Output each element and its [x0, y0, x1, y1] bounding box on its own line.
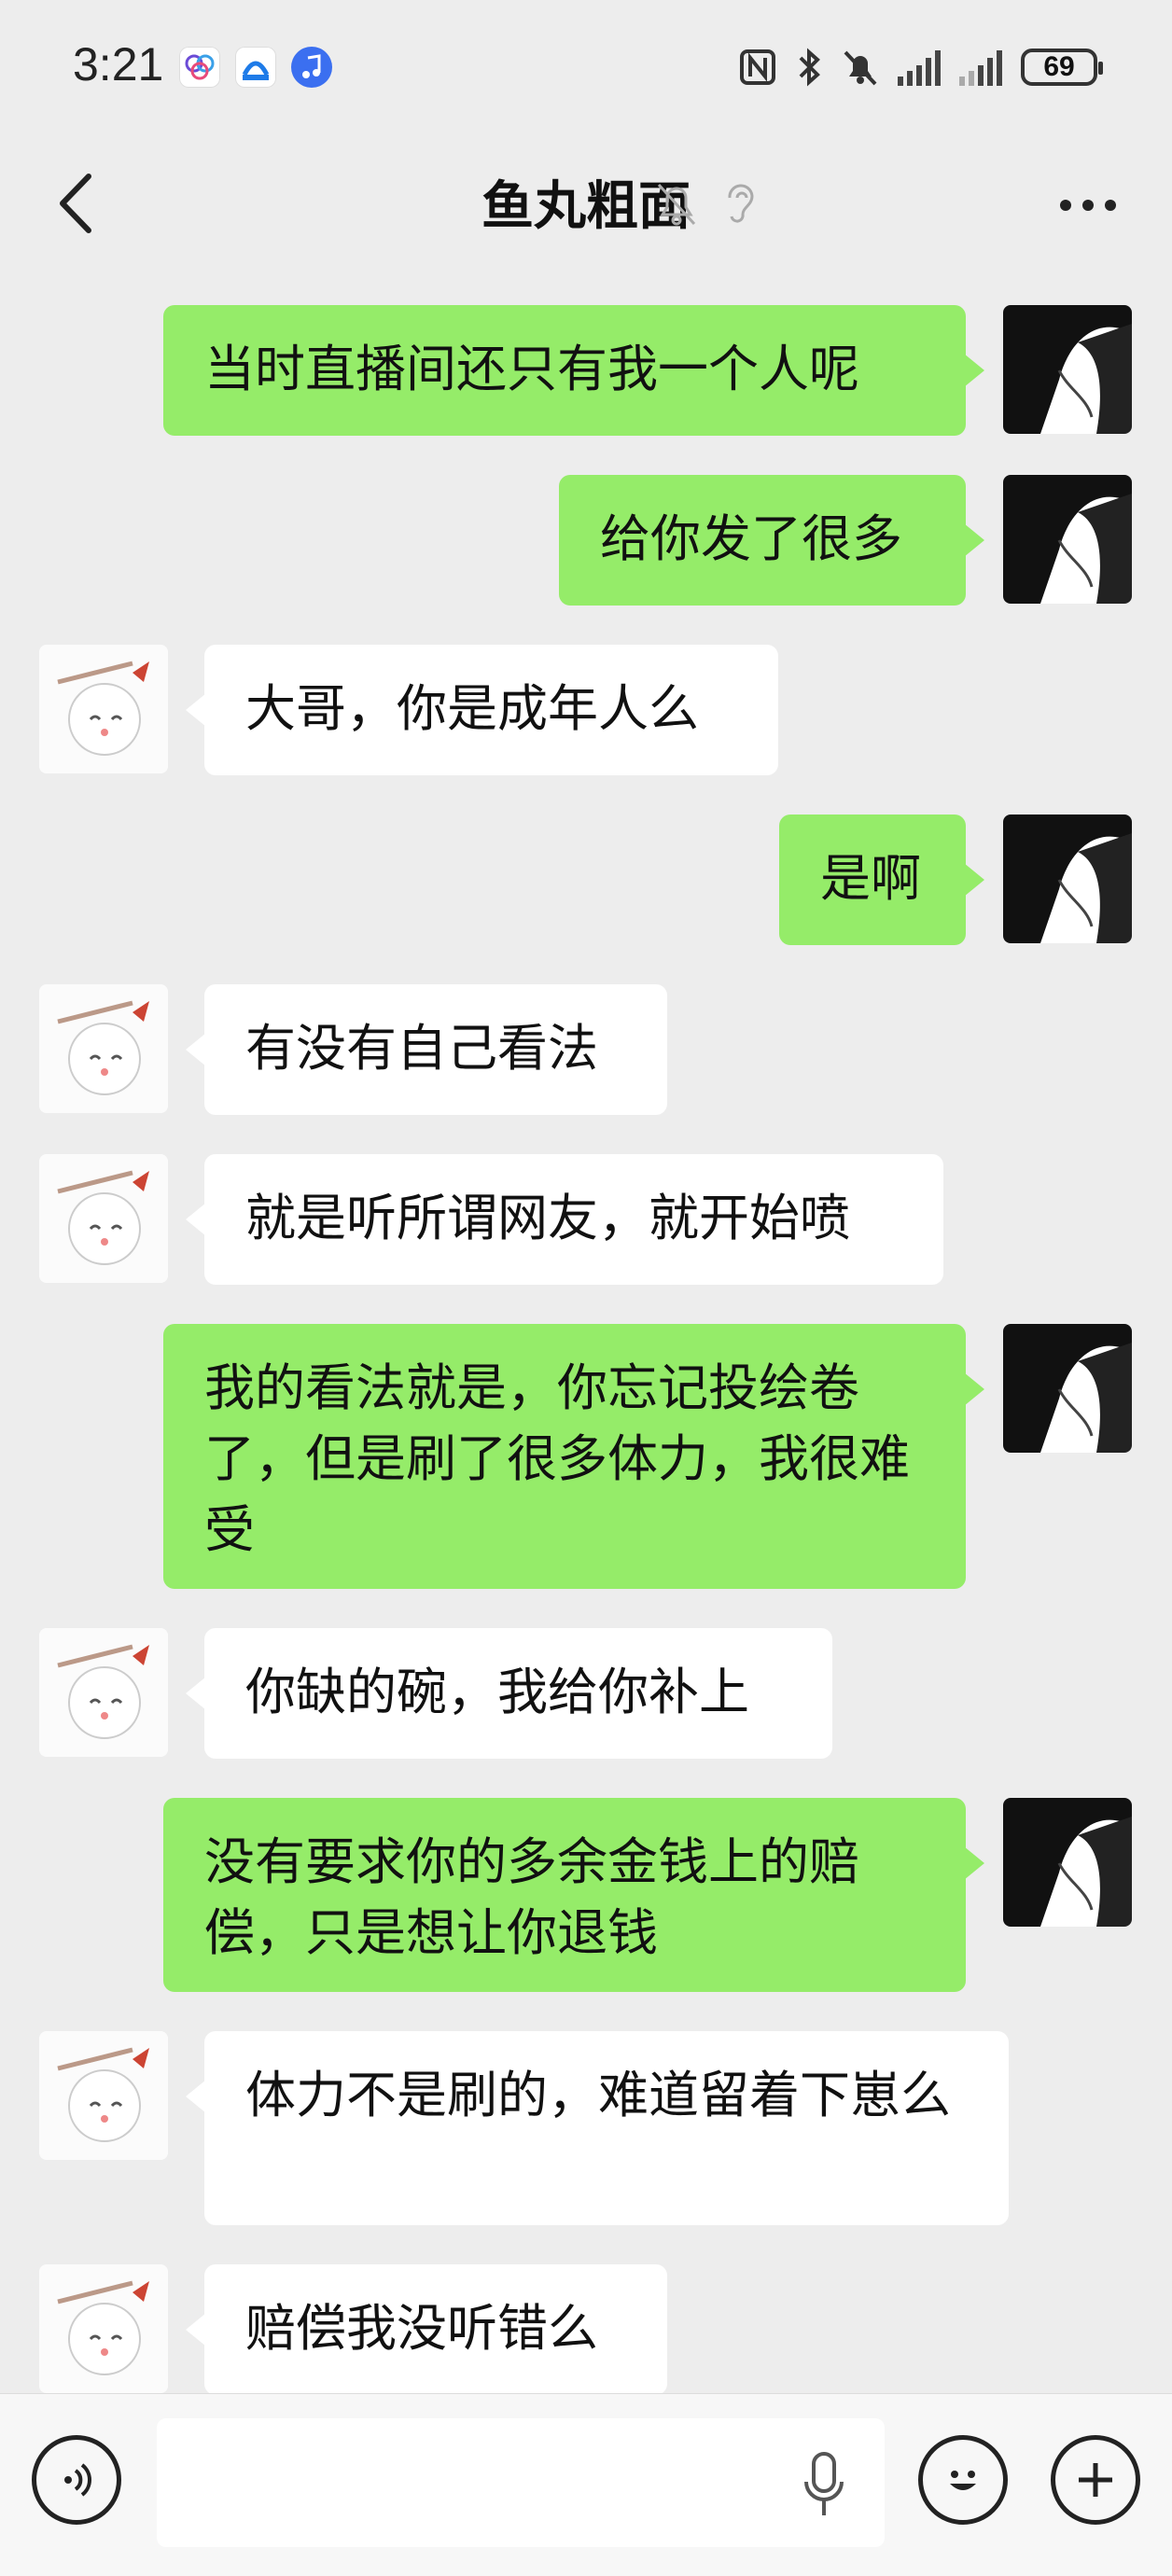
avatar[interactable] [1003, 815, 1132, 943]
avatar[interactable] [1003, 1798, 1132, 1927]
message-bubble-sent[interactable]: 给你发了很多 [559, 475, 984, 606]
mute-icon [844, 50, 877, 86]
more-options-button[interactable] [1041, 168, 1135, 243]
avatar[interactable] [39, 645, 168, 773]
avatar[interactable] [39, 2264, 168, 2393]
chat-title: 鱼丸粗面 [481, 176, 691, 237]
status-time: 3:21 [73, 38, 164, 91]
input-bar [0, 2393, 1172, 2576]
avatar[interactable] [39, 984, 168, 1113]
plus-button[interactable] [1051, 2435, 1140, 2525]
avatar[interactable] [1003, 1324, 1132, 1453]
avatar[interactable] [39, 1154, 168, 1283]
avatar[interactable] [39, 1628, 168, 1757]
message-bubble-received[interactable]: 体力不是刷的，难道留着下崽么 [186, 2031, 1009, 2225]
microphone-icon[interactable] [801, 2450, 847, 2521]
avatar[interactable] [39, 2031, 168, 2160]
status-bar: 3:21 69 [0, 0, 1172, 131]
chat-header: 鱼丸粗面 [0, 131, 1172, 275]
message-bubble-sent[interactable]: 当时直播间还只有我一个人呢 [163, 305, 984, 436]
app-notification-icon [235, 47, 276, 88]
message-bubble-received[interactable]: 大哥，你是成年人么 [186, 645, 778, 775]
chat-status-icons [653, 177, 761, 230]
plus-icon [1079, 2463, 1112, 2497]
signal-icon [898, 49, 941, 86]
avatar[interactable] [1003, 475, 1132, 604]
ear-icon [728, 184, 754, 223]
emoji-icon [950, 2471, 976, 2490]
more-icon [1060, 200, 1071, 211]
message-input[interactable] [157, 2418, 885, 2547]
message-bubble-sent[interactable]: 是啊 [779, 815, 984, 945]
avatar[interactable] [1003, 305, 1132, 434]
voice-icon [64, 2463, 91, 2497]
message-bubble-sent[interactable]: 没有要求你的多余金钱上的赔偿，只是想让你退钱 [163, 1798, 984, 1992]
battery-indicator: 69 [1021, 49, 1103, 86]
status-icons: 69 [739, 43, 1103, 91]
app-notification-icon [179, 47, 220, 88]
bell-muted-icon [657, 183, 696, 226]
voice-button[interactable] [32, 2435, 121, 2525]
message-bubble-received[interactable]: 赔偿我没听错么 [186, 2264, 667, 2395]
message-bubble-received[interactable]: 你缺的碗，我给你补上 [186, 1628, 832, 1759]
emoji-button[interactable] [918, 2435, 1008, 2525]
message-bubble-sent[interactable]: 我的看法就是，你忘记投绘卷了，但是刷了很多体力，我很难受 [163, 1324, 984, 1589]
nfc-icon [740, 49, 775, 85]
message-bubble-received[interactable]: 就是听所谓网友，就开始喷 [186, 1154, 943, 1285]
message-bubble-received[interactable]: 有没有自己看法 [186, 984, 667, 1115]
signal-icon [959, 49, 1002, 86]
bluetooth-icon [799, 48, 820, 87]
music-app-icon [291, 47, 332, 88]
